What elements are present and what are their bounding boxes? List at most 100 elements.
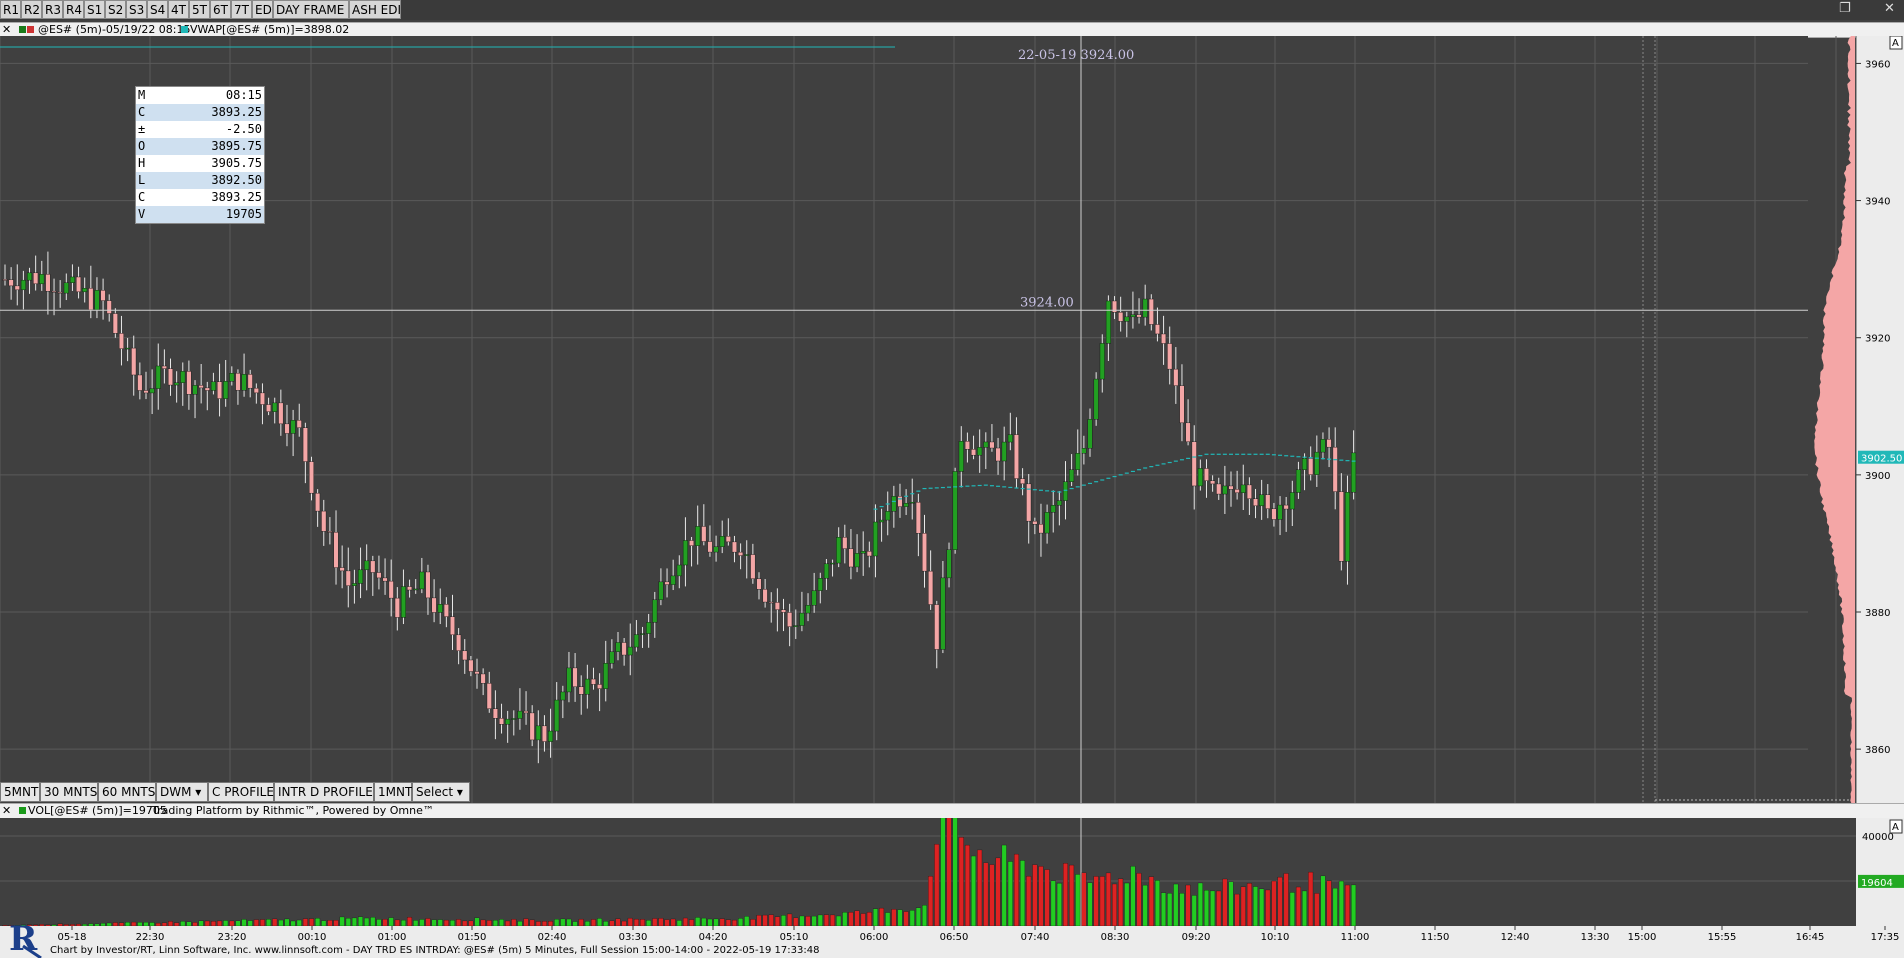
volume-bar [456, 919, 462, 927]
volume-bar [836, 915, 842, 927]
volume-bar [529, 919, 535, 927]
toolbar-tab-7t[interactable]: 7T [231, 0, 252, 19]
timeframe-button-30-mnts[interactable]: 30 MNTS [40, 782, 98, 802]
candle-body [296, 420, 302, 428]
candle-body [1344, 491, 1350, 562]
timeframe-button-1mnt[interactable]: 1MNT [374, 782, 412, 802]
volume-bar [823, 914, 829, 927]
candle-body [284, 423, 290, 434]
close-volume-pane-icon[interactable]: ✕ [2, 804, 14, 818]
volume-bar [928, 876, 934, 927]
candle-body [1179, 385, 1185, 424]
toolbar-tab-5t[interactable]: 5T [189, 0, 210, 19]
timeframe-button-60-mnts[interactable]: 60 MNTS [98, 782, 156, 802]
last-price-label: 3902.50 [1861, 454, 1902, 465]
close-pane-icon[interactable]: ✕ [2, 23, 14, 37]
volume-bar [572, 921, 578, 927]
toolbar-tab-ash-edi[interactable]: ASH EDI [349, 0, 401, 19]
toolbar-tab-6t[interactable]: 6T [210, 0, 231, 19]
ohlc-row: V 19705 [136, 206, 264, 223]
toolbar-tab-r3[interactable]: R3 [42, 0, 63, 19]
candle-body [382, 577, 388, 582]
candle-body [321, 510, 327, 532]
volume-bar [1020, 860, 1026, 927]
toolbar-tab-4t[interactable]: 4T [168, 0, 189, 19]
volume-bar [1112, 883, 1117, 927]
timeframe-button-select[interactable]: Select ▾ [412, 782, 470, 802]
ohlc-row: O 3895.75 [136, 138, 264, 155]
candle-body [278, 402, 284, 425]
candle-body [1351, 452, 1357, 493]
ohlc-value: 3893.25 [211, 105, 262, 119]
candle-body [499, 718, 505, 725]
ohlc-value: 3895.75 [211, 139, 262, 153]
volume-bar [339, 916, 345, 927]
toolbar-tab-s1[interactable]: S1 [84, 0, 105, 19]
price-tick-label: 3940 [1865, 197, 1890, 208]
candle-body [266, 404, 272, 412]
candle-body [848, 548, 854, 568]
candle-body [364, 560, 370, 571]
candle-body [388, 580, 394, 599]
time-tick-label: 16:45 [1796, 932, 1825, 943]
volume-bar [1173, 883, 1179, 927]
candle-body [486, 683, 492, 709]
volume-bar [51, 924, 57, 927]
volume-bar [517, 921, 523, 927]
volume-bar [811, 915, 817, 927]
toolbar-tab-day-frame[interactable]: DAY FRAME [273, 0, 349, 19]
volume-bar [860, 913, 866, 927]
toolbar-tab-s4[interactable]: S4 [147, 0, 168, 19]
candle-body [1234, 489, 1240, 494]
volume-bar [63, 924, 69, 927]
candle-body [57, 291, 63, 294]
candle-body [676, 564, 682, 577]
timeframe-button-5mnt[interactable]: 5MNT [0, 782, 40, 802]
candle-body [811, 590, 817, 606]
candle-body [1283, 504, 1289, 510]
close-window-icon[interactable]: ✕ [1884, 1, 1895, 16]
toolbar-tab-edi[interactable]: EDI [252, 0, 273, 19]
timeframe-button-c-profile[interactable]: C PROFILE [208, 782, 274, 802]
vwap-indicator-label: VWAP[@ES# (5m)]=3898.02 [190, 23, 350, 36]
candle-series-icon-2 [27, 26, 34, 33]
top-toolbar: R1R2R3R4S1S2S3S44T5T6T7TEDIDAY FRAMEASH … [0, 0, 1904, 20]
timeframe-button-intr-d-profile[interactable]: INTR D PROFILE [274, 782, 374, 802]
volume-chart[interactable]: 200004000019604A05-1822:3023:2000:1001:0… [0, 818, 1904, 944]
timeframe-button-dwm[interactable]: DWM ▾ [156, 782, 208, 802]
restore-window-icon[interactable]: ❐ [1839, 1, 1851, 16]
volume-bar [358, 916, 363, 927]
toolbar-tab-s2[interactable]: S2 [105, 0, 126, 19]
candle-body [1197, 468, 1203, 487]
candle-body [161, 365, 167, 369]
volume-bar [253, 919, 259, 927]
volume-bar [627, 917, 633, 927]
toolbar-tab-r2[interactable]: R2 [21, 0, 42, 19]
volume-bar [180, 921, 186, 927]
candle-body [1222, 485, 1228, 495]
toolbar-tab-s3[interactable]: S3 [126, 0, 147, 19]
volume-bar [198, 920, 204, 927]
toolbar-tab-r4[interactable]: R4 [63, 0, 84, 19]
candle-body [860, 551, 866, 554]
ohlc-value: 3893.25 [211, 190, 262, 204]
volume-bar [842, 912, 848, 927]
candle-body [1013, 434, 1019, 479]
candle-body [1038, 524, 1044, 534]
volume-bar [106, 922, 112, 927]
volume-bar [1253, 886, 1258, 927]
candle-body [376, 572, 382, 579]
candle-body [112, 313, 118, 334]
toolbar-tab-r1[interactable]: R1 [0, 0, 21, 19]
candle-body [1142, 298, 1148, 318]
ohlc-key: O [138, 139, 146, 153]
volume-bar [915, 907, 921, 927]
candle-body [1161, 333, 1167, 344]
volume-bar [658, 918, 664, 927]
price-tick-label: 3860 [1865, 745, 1890, 756]
candle-body [1099, 343, 1105, 380]
volume-bar [229, 920, 235, 927]
time-tick-label: 02:40 [538, 932, 567, 943]
volume-bar [1308, 871, 1314, 927]
price-chart[interactable]: 22-05-19 3924.00 3924.00 3860 3880 3900 3920 3… [0, 36, 1904, 804]
